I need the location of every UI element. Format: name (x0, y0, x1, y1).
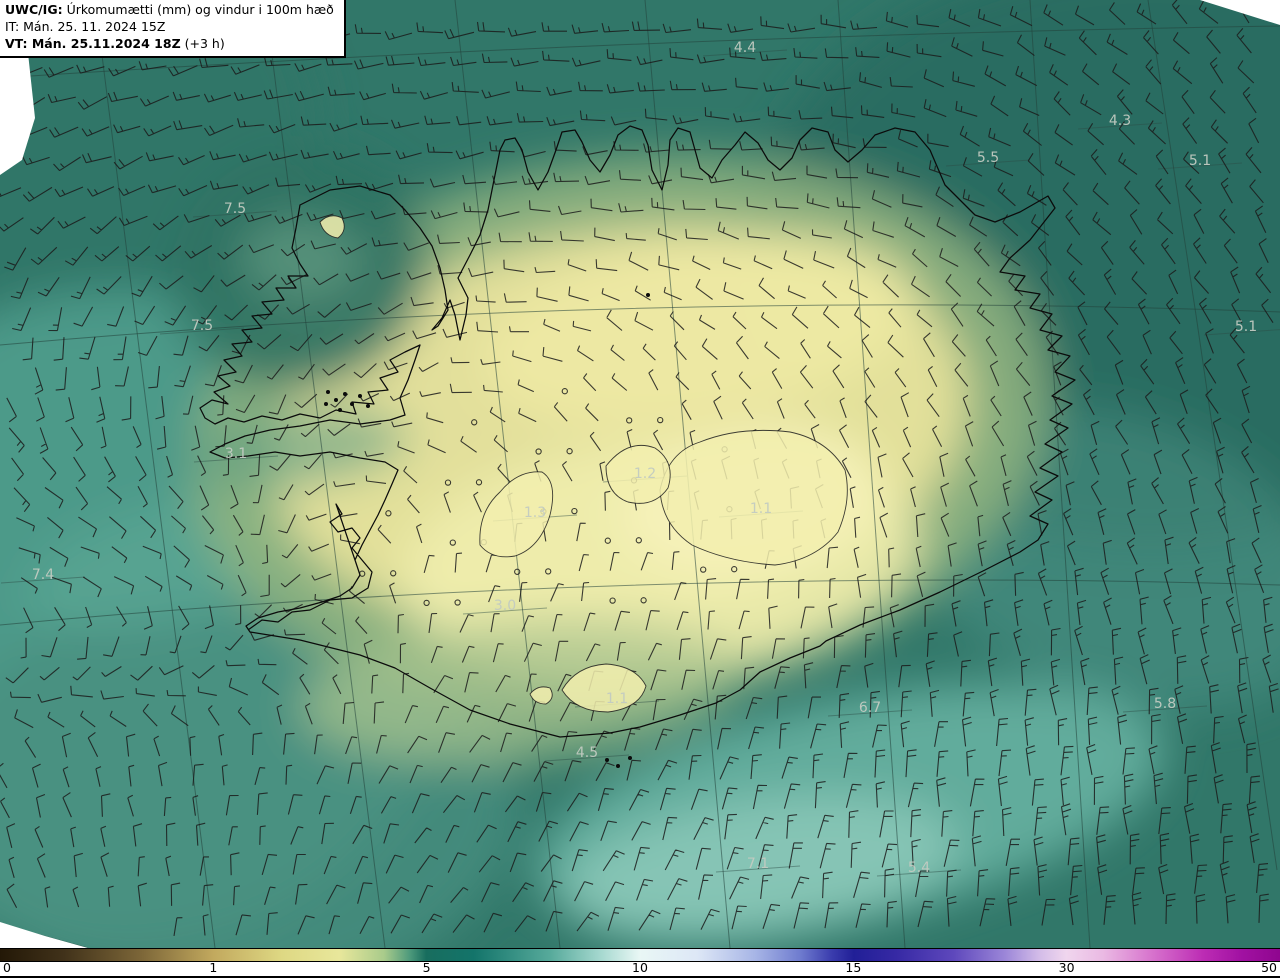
title-line-init-time: IT: Mán. 25. 11. 2024 15Z (5, 19, 334, 36)
contour-label: 6.7 (859, 700, 881, 716)
weather-map: 4.4 4.3 5.5 5.1 7.5 7.5 5.1 3.1 1.2 1.1 1.3 7.4 3.0 1… (0, 0, 1280, 948)
contour-label: 7.5 (191, 318, 213, 334)
map-title-box: UWC/IG: Úrkomumætti (mm) og vindur i 100… (0, 0, 346, 58)
contour-label: 3.0 (494, 598, 516, 614)
contour-label: 7.5 (224, 201, 246, 217)
contour-label: 1.1 (606, 691, 628, 707)
contour-label: 5.1 (1189, 153, 1211, 169)
contour-label: 5.4 (908, 860, 930, 876)
product-label: UWC/IG: (5, 2, 63, 17)
contour-label: 1.1 (750, 501, 772, 517)
colorbar-tick-label: 10 (632, 960, 648, 975)
weather-forecast-page: 4.4 4.3 5.5 5.1 7.5 7.5 5.1 3.1 1.2 1.1 1.3 7.4 3.0 1… (0, 0, 1280, 978)
title-line-valid-time: VT: Mán. 25.11.2024 18Z (+3 h) (5, 36, 334, 53)
precipitation-colorbar: 01510153050 (0, 948, 1280, 978)
contour-label: 7.4 (32, 567, 54, 583)
valid-time: VT: Mán. 25.11.2024 18Z (5, 36, 181, 51)
colorbar-tick-label: 1 (209, 960, 217, 975)
contour-label: 4.3 (1109, 113, 1131, 129)
contour-label: 5.5 (977, 150, 999, 166)
contour-label: 5.8 (1154, 696, 1176, 712)
contour-label: 4.5 (576, 745, 598, 761)
contour-label: 7.1 (747, 856, 769, 872)
colorbar-tick-label: 30 (1059, 960, 1075, 975)
contour-label: 5.1 (1235, 319, 1257, 335)
title-line-product: UWC/IG: Úrkomumætti (mm) og vindur i 100… (5, 2, 334, 19)
colorbar-tick-label: 15 (845, 960, 861, 975)
contour-label: 3.1 (225, 446, 247, 462)
product-title: Úrkomumætti (mm) og vindur i 100m hæð (67, 2, 334, 17)
contour-label: 4.4 (734, 40, 756, 56)
colorbar-tick-label: 5 (423, 960, 431, 975)
colorbar-tick-label: 50 (1261, 960, 1277, 975)
contour-label: 1.2 (634, 466, 656, 482)
colorbar-tick-label: 0 (3, 960, 11, 975)
valid-time-offset: (+3 h) (185, 36, 225, 51)
contour-label: 1.3 (524, 505, 546, 521)
